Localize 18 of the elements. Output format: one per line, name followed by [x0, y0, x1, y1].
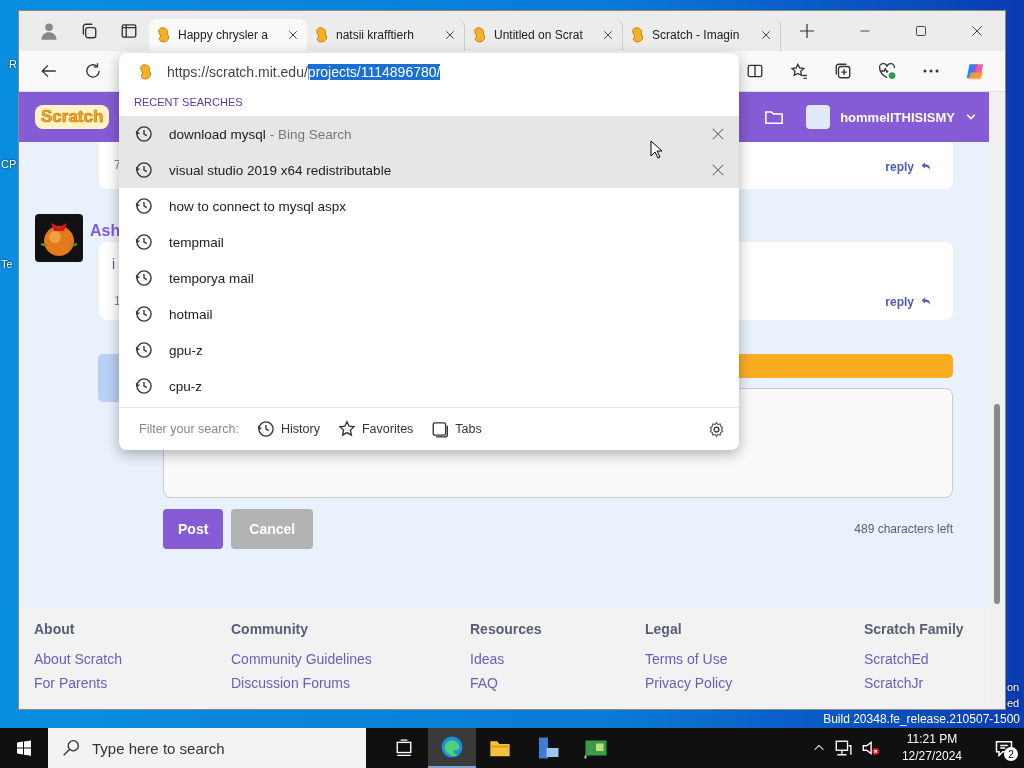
desktop-icon-label: R — [9, 58, 17, 70]
footer-heading: About — [34, 621, 76, 637]
activation-text: on — [1007, 681, 1020, 693]
characters-left: 489 characters left — [854, 522, 953, 536]
footer-heading: Resources — [470, 621, 543, 637]
date-text: 12/27/2024 — [901, 748, 962, 765]
footer-heading: Scratch Family — [864, 621, 965, 637]
time-text: 11:21 PM — [906, 731, 958, 748]
footer-heading: Legal — [645, 621, 683, 637]
desktop-icon-label: Te — [1, 258, 13, 270]
footer-heading: Community — [231, 621, 309, 637]
notification-count: 2 — [1004, 747, 1018, 761]
build-text: Build 20348.fe_release.210507-1500 — [823, 712, 1020, 726]
filter-label: Filter your search: — [139, 422, 240, 436]
desktop-icon-label: CP — [1, 158, 17, 170]
activation-text: ed — [1007, 697, 1020, 709]
comment-text: i — [112, 256, 116, 272]
section-heading: RECENT SEARCHES — [133, 95, 244, 110]
